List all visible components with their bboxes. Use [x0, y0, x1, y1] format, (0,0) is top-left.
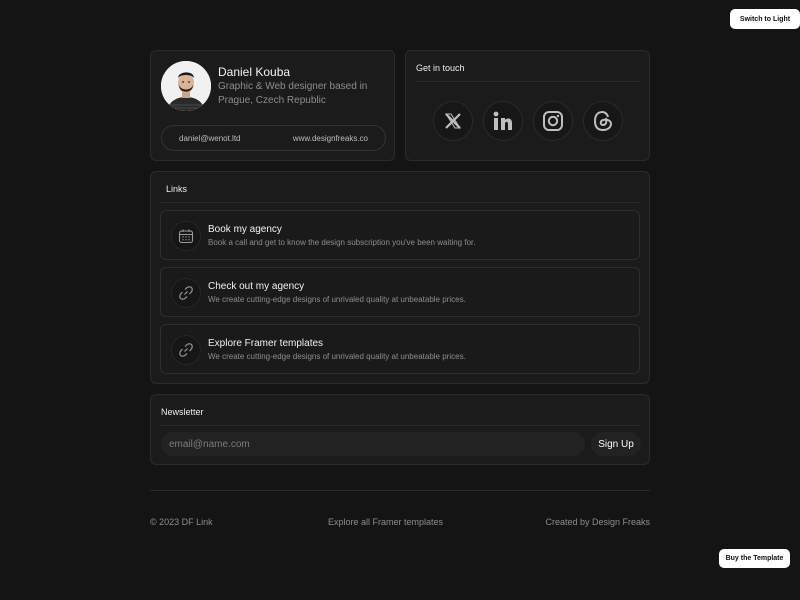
link-item-book-agency[interactable]: Book my agency Book a call and get to kn… — [160, 210, 640, 260]
email-input[interactable] — [161, 432, 585, 456]
get-in-touch-card: Get in touch — [405, 50, 650, 161]
threads-icon[interactable] — [583, 101, 623, 141]
footer-copyright: © 2023 DF Link — [150, 517, 213, 527]
switch-theme-button[interactable]: Switch to Light — [730, 9, 800, 29]
footer-divider — [150, 490, 650, 491]
links-card: Links Book my agency Book a call and get… — [150, 171, 650, 384]
divider — [161, 425, 641, 426]
x-icon[interactable] — [433, 101, 473, 141]
link-title: Book my agency — [208, 224, 282, 235]
get-in-touch-title: Get in touch — [416, 63, 465, 73]
linkedin-icon[interactable] — [483, 101, 523, 141]
profile-card: Daniel Kouba Graphic & Web designer base… — [150, 50, 395, 161]
link-title: Explore Framer templates — [208, 338, 324, 349]
email-link[interactable]: daniel@wenot.ltd — [179, 134, 241, 143]
link-item-framer-templates[interactable]: Explore Framer templates We create cutti… — [160, 324, 640, 374]
website-link[interactable]: www.designfreaks.co — [293, 134, 368, 143]
link-icon — [171, 278, 201, 308]
link-description: Book a call and get to know the design s… — [208, 238, 476, 247]
divider — [161, 202, 641, 203]
footer-credit-link[interactable]: Created by Design Freaks — [545, 517, 650, 527]
profile-name: Daniel Kouba — [218, 65, 291, 79]
newsletter-card: Newsletter Sign Up — [150, 394, 650, 465]
links-title: Links — [166, 184, 188, 194]
buy-template-button[interactable]: Buy the Template — [719, 549, 790, 568]
divider — [416, 81, 641, 82]
link-description: We create cutting-edge designs of unriva… — [208, 295, 466, 304]
footer-explore-link[interactable]: Explore all Framer templates — [328, 517, 443, 527]
calendar-icon — [171, 221, 201, 251]
contact-pill: daniel@wenot.ltd www.designfreaks.co — [161, 125, 386, 151]
instagram-icon[interactable] — [533, 101, 573, 141]
link-title: Check out my agency — [208, 281, 305, 292]
sign-up-button[interactable]: Sign Up — [591, 432, 641, 456]
profile-bio-line2: Prague, Czech Republic — [218, 95, 326, 106]
avatar — [161, 61, 211, 111]
newsletter-title: Newsletter — [161, 407, 204, 417]
link-icon — [171, 335, 201, 365]
link-description: We create cutting-edge designs of unriva… — [208, 352, 466, 361]
link-item-check-agency[interactable]: Check out my agency We create cutting-ed… — [160, 267, 640, 317]
profile-bio-line1: Graphic & Web designer based in — [218, 81, 368, 92]
